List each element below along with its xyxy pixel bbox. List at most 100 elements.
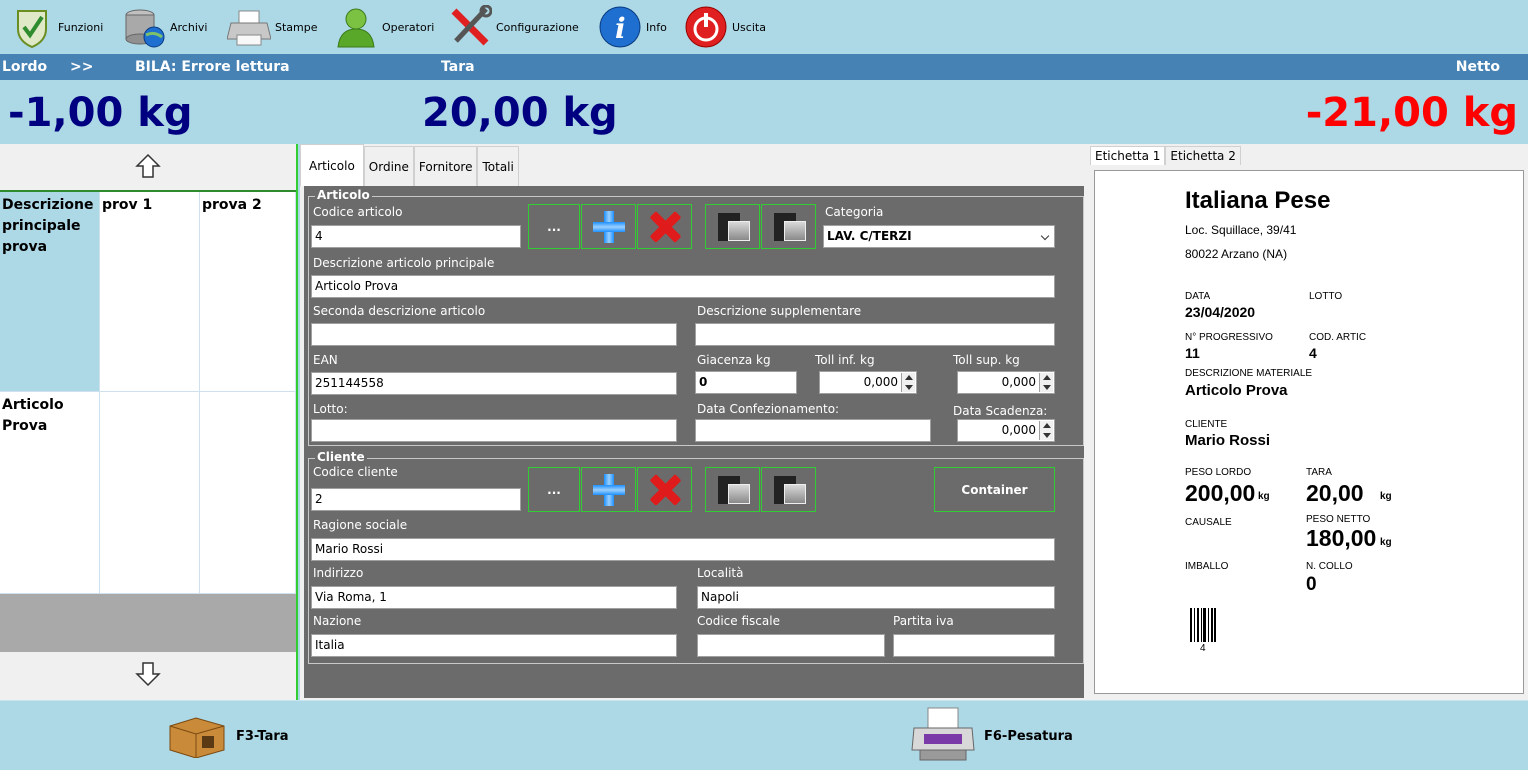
grid-header-cell[interactable]: Descrizione principale prova [0,192,100,392]
article-grid-panel: Descrizione principale prova prov 1 prov… [0,144,298,700]
lotto-input[interactable] [311,419,677,442]
seconda-desc-label: Seconda descrizione articolo [313,304,486,318]
cliente-group: Cliente Codice cliente 2 ... Container R… [308,450,1084,664]
spinner-icon[interactable] [901,373,915,392]
folder-icon [772,474,806,506]
codice-cliente-input[interactable]: 2 [311,488,521,511]
arrow-up-icon [135,153,161,182]
import-cliente-button[interactable] [705,467,760,512]
delete-cliente-button[interactable] [637,467,692,512]
delete-articolo-button[interactable] [637,204,692,249]
scroll-up-button[interactable] [0,144,296,190]
toolbar-label: Funzioni [58,20,104,34]
chevron-down-icon [1040,231,1050,241]
nazione-label: Nazione [313,614,362,628]
ragione-sociale-input[interactable]: Mario Rossi [311,538,1055,561]
ean-input[interactable]: 251144558 [311,372,677,395]
data-conf-input[interactable] [695,419,931,442]
grid-header-cell[interactable]: prova 2 [200,192,296,392]
tab-articolo[interactable]: Articolo [300,144,364,186]
add-articolo-button[interactable] [581,204,636,249]
tab-ordine[interactable]: Ordine [363,146,414,186]
nazione-input[interactable]: Italia [311,634,677,657]
f6-pesatura-label: F6-Pesatura [984,728,1073,744]
label-address-1: Loc. Squillace, 39/41 [1185,223,1297,237]
detail-tabs: Articolo Ordine Fornitore Totali [300,144,519,186]
add-cliente-button[interactable] [581,467,636,512]
netto-weight: -21,00 kg [1305,90,1518,136]
container-button[interactable]: Container [934,467,1055,512]
toll-inf-label: Toll inf. kg [815,353,875,367]
partita-iva-input[interactable] [893,634,1055,657]
spinner-icon[interactable] [1039,421,1053,440]
desc-principale-input[interactable]: Articolo Prova [311,275,1055,298]
scroll-down-button[interactable] [0,652,296,698]
f6-pesatura-button[interactable]: F6-Pesatura [910,707,1073,765]
export-articolo-button[interactable] [761,204,816,249]
label-n-collo-caption: N. COLLO [1306,561,1353,572]
plus-icon [591,472,627,508]
tara-label: Tara [441,59,475,75]
indirizzo-input[interactable]: Via Roma, 1 [311,586,677,609]
spinner-icon[interactable] [1039,373,1053,392]
categoria-label: Categoria [825,205,884,219]
tab-totali[interactable]: Totali [477,146,519,186]
lookup-cliente-button[interactable]: ... [528,467,580,512]
label-tara-value: 20,00 [1306,480,1364,506]
user-icon [334,5,378,49]
grid-cell[interactable]: Articolo Prova [0,392,100,594]
folder-icon [772,211,806,243]
toolbar-stampe[interactable]: Stampe [226,4,318,50]
arrow-down-icon [135,661,161,690]
grid-header-cell[interactable]: prov 1 [100,192,200,392]
info-icon: i [598,5,642,49]
label-n-collo-value: 0 [1306,574,1317,595]
toolbar-uscita[interactable]: Uscita [684,4,766,50]
printer-icon [910,706,976,767]
label-lotto-caption: LOTTO [1309,291,1343,302]
desc-supp-input[interactable] [695,323,1055,346]
toolbar-info[interactable]: i Info [598,4,667,50]
toolbar-operatori[interactable]: Operatori [334,4,434,50]
codice-articolo-label: Codice articolo [313,205,403,219]
grid-cell[interactable] [200,392,296,594]
toolbar-archivi[interactable]: Archivi [122,4,207,50]
label-desc-value: Articolo Prova [1185,382,1288,399]
tab-etichetta-1[interactable]: Etichetta 1 [1090,146,1166,165]
label-imballo-caption: IMBALLO [1185,561,1229,572]
toll-inf-stepper[interactable]: 0,000 [819,371,917,394]
desc-supp-label: Descrizione supplementare [697,304,862,318]
seconda-desc-input[interactable] [311,323,677,346]
toll-sup-stepper[interactable]: 0,000 [957,371,1055,394]
label-data-caption: DATA [1185,291,1211,302]
grid-cell[interactable] [100,392,200,594]
data-scad-stepper[interactable]: 0,000 [957,419,1055,442]
giacenza-input[interactable]: 0 [695,371,797,394]
ragione-sociale-label: Ragione sociale [313,518,408,532]
articolo-group: Articolo Codice articolo 4 ... Categoria… [308,188,1084,446]
toolbar-configurazione[interactable]: Configurazione [448,4,579,50]
label-cliente-value: Mario Rossi [1185,432,1271,449]
localita-input[interactable]: Napoli [697,586,1055,609]
lookup-articolo-button[interactable]: ... [528,204,580,249]
localita-label: Località [697,566,744,580]
categoria-value: LAV. C/TERZI [827,229,912,243]
f3-tara-button[interactable]: F3-Tara [166,707,289,765]
export-cliente-button[interactable] [761,467,816,512]
delete-icon [647,472,683,508]
label-address-2: 80022 Arzano (NA) [1185,247,1288,261]
articolo-form: Articolo Codice articolo 4 ... Categoria… [304,186,1084,698]
import-articolo-button[interactable] [705,204,760,249]
codice-fiscale-input[interactable] [697,634,885,657]
toolbar-funzioni[interactable]: Funzioni [10,4,103,50]
codice-articolo-input[interactable]: 4 [311,225,521,248]
weight-display: -1,00 kg 20,00 kg -21,00 kg [0,80,1528,144]
tab-etichetta-2[interactable]: Etichetta 2 [1165,146,1241,165]
tab-fornitore[interactable]: Fornitore [413,146,478,186]
categoria-select[interactable]: LAV. C/TERZI [823,225,1055,248]
label-peso-netto-value: 180,00 [1306,525,1377,551]
barcode-text: 4 [1200,643,1206,654]
giacenza-label: Giacenza kg [697,353,771,367]
lordo-label: Lordo [2,59,48,75]
toll-sup-label: Toll sup. kg [953,353,1020,367]
